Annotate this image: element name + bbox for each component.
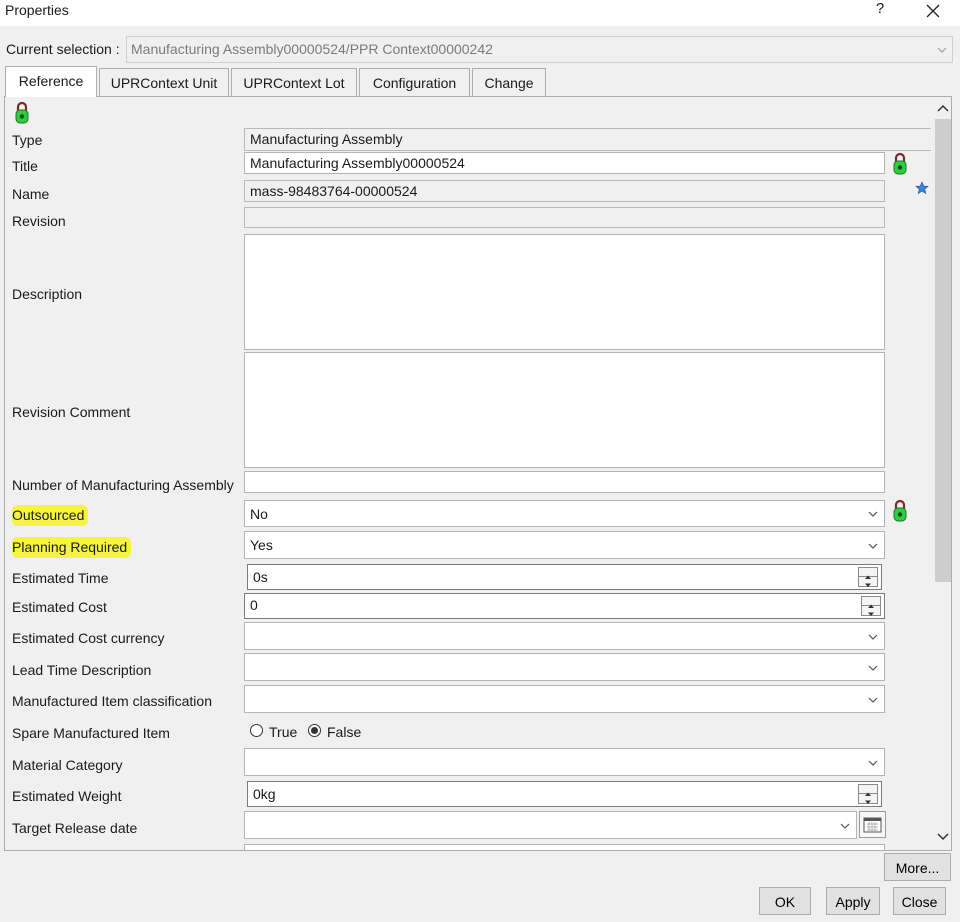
close-button[interactable]: Close	[893, 887, 946, 915]
mi-classification-label: Manufactured Item classification	[12, 693, 212, 709]
spare-mi-label: Spare Manufactured Item	[12, 725, 170, 741]
scrollbar-thumb[interactable]	[935, 119, 951, 582]
outsourced-select[interactable]: No	[244, 500, 885, 527]
stepper-down[interactable]	[859, 577, 877, 587]
revision-comment-textarea[interactable]	[244, 352, 885, 468]
lead-time-description-label: Lead Time Description	[12, 662, 152, 678]
triangle-down-icon	[865, 583, 871, 587]
name-field: mass-98483764-00000524	[244, 180, 885, 202]
planning-required-select[interactable]: Yes	[244, 531, 885, 559]
chevron-down-icon	[868, 634, 878, 640]
revision-comment-label: Revision Comment	[12, 404, 131, 420]
stepper-up[interactable]	[859, 785, 877, 796]
ok-button[interactable]: OK	[759, 887, 811, 915]
triangle-down-icon	[865, 800, 871, 804]
estimated-weight-value: 0kg	[253, 786, 276, 802]
lock-icon[interactable]	[892, 152, 908, 176]
close-window-button[interactable]	[916, 0, 950, 24]
properties-form: Type Manufacturing Assembly Title Manufa…	[5, 97, 931, 850]
tab-uprcontext-unit[interactable]: UPRContext Unit	[99, 68, 229, 96]
chevron-down-icon	[868, 697, 878, 703]
mi-classification-select[interactable]	[244, 685, 885, 713]
description-textarea[interactable]	[244, 234, 885, 350]
tab-configuration[interactable]: Configuration	[359, 68, 470, 96]
target-release-date-label: Target Release date	[12, 820, 138, 836]
estimated-weight-label: Estimated Weight	[12, 788, 122, 804]
chevron-down-icon[interactable]	[937, 832, 949, 842]
chevron-up-icon[interactable]	[937, 103, 949, 113]
estimated-cost-label: Estimated Cost	[12, 599, 107, 615]
chevron-down-icon	[868, 543, 878, 549]
chevron-down-icon	[840, 823, 850, 829]
title-value: Manufacturing Assembly00000524	[250, 155, 465, 171]
more-button[interactable]: More...	[884, 853, 951, 881]
apply-button[interactable]: Apply	[826, 887, 880, 915]
planning-required-value: Yes	[250, 537, 273, 553]
estimated-cost-spinbox[interactable]: 0	[244, 593, 885, 619]
estimated-time-label: Estimated Time	[12, 570, 109, 586]
spare-mi-false-label[interactable]: False	[327, 724, 361, 740]
type-field: Manufacturing Assembly	[244, 128, 931, 151]
stepper-down[interactable]	[859, 794, 877, 804]
current-selection-value: Manufacturing Assembly00000524/PPR Conte…	[131, 41, 493, 57]
estimated-weight-stepper[interactable]	[858, 784, 878, 804]
reference-panel: Type Manufacturing Assembly Title Manufa…	[4, 96, 952, 851]
stepper-up[interactable]	[862, 597, 880, 608]
planning-required-label: Planning Required	[12, 537, 132, 558]
chevron-down-icon	[868, 665, 878, 671]
tab-change[interactable]: Change	[472, 68, 546, 96]
outsourced-label: Outsourced	[12, 505, 89, 526]
estimated-cost-currency-label: Estimated Cost currency	[12, 630, 165, 646]
date-picker-button[interactable]	[859, 811, 886, 838]
next-row-field[interactable]	[244, 844, 885, 850]
estimated-cost-value: 0	[250, 597, 258, 613]
spare-mi-false-radio[interactable]	[308, 724, 321, 737]
stepper-down[interactable]	[862, 606, 880, 616]
target-release-date-select[interactable]	[244, 811, 857, 839]
material-category-label: Material Category	[12, 757, 123, 773]
chevron-down-icon	[937, 47, 947, 53]
estimated-time-stepper[interactable]	[858, 567, 878, 587]
name-value: mass-98483764-00000524	[250, 183, 418, 199]
star-icon[interactable]	[915, 181, 929, 195]
lock-icon[interactable]	[14, 101, 30, 125]
title-bar: Properties ?	[0, 0, 960, 26]
type-value: Manufacturing Assembly	[250, 131, 403, 147]
vertical-scrollbar[interactable]	[931, 97, 951, 850]
current-selection-combo[interactable]: Manufacturing Assembly00000524/PPR Conte…	[126, 36, 953, 63]
chevron-down-icon	[868, 511, 878, 517]
spare-mi-true-label[interactable]: True	[269, 724, 297, 740]
title-input[interactable]: Manufacturing Assembly00000524	[244, 152, 885, 174]
window-title: Properties	[5, 2, 69, 18]
calendar-icon	[863, 817, 882, 833]
name-label: Name	[12, 186, 50, 202]
estimated-cost-currency-select[interactable]	[244, 622, 885, 650]
outsourced-value: No	[250, 506, 268, 522]
revision-field	[244, 207, 885, 228]
description-label: Description	[12, 286, 83, 302]
estimated-cost-stepper[interactable]	[861, 596, 881, 616]
number-of-ma-label: Number of Manufacturing Assembly	[12, 477, 234, 493]
estimated-weight-spinbox[interactable]: 0kg	[247, 781, 882, 807]
estimated-time-value: 0s	[253, 569, 268, 585]
estimated-time-spinbox[interactable]: 0s	[247, 564, 882, 590]
close-icon	[926, 4, 940, 18]
planning-required-label-text: Planning Required	[12, 537, 132, 558]
lock-icon[interactable]	[892, 499, 908, 523]
material-category-select[interactable]	[244, 748, 885, 776]
tab-uprcontext-lot[interactable]: UPRContext Lot	[231, 68, 357, 96]
stepper-up[interactable]	[859, 568, 877, 579]
outsourced-label-text: Outsourced	[12, 505, 89, 526]
spare-mi-true-radio[interactable]	[250, 724, 263, 737]
triangle-down-icon	[868, 612, 874, 616]
help-button[interactable]: ?	[870, 0, 890, 22]
tab-reference[interactable]: Reference	[5, 66, 97, 97]
revision-label: Revision	[12, 213, 66, 229]
lead-time-description-select[interactable]	[244, 653, 885, 681]
title-label: Title	[12, 158, 38, 174]
type-label: Type	[12, 132, 43, 148]
current-selection-label: Current selection :	[6, 41, 120, 57]
chevron-down-icon	[868, 760, 878, 766]
number-of-ma-input[interactable]	[244, 471, 885, 493]
